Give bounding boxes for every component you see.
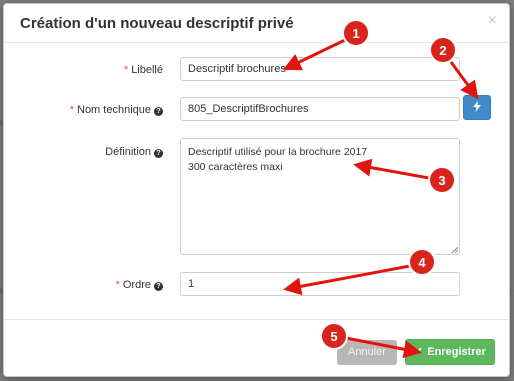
generate-name-button[interactable] <box>463 95 491 120</box>
nom-technique-label: * Nom technique? <box>70 104 163 116</box>
resize-grip-icon[interactable] <box>451 246 458 253</box>
question-circle-icon[interactable]: ? <box>154 107 163 116</box>
required-mark: * <box>69 104 74 116</box>
save-button-label: Enregistrer <box>427 346 486 358</box>
modal-header: Création d'un nouveau descriptif privé × <box>4 4 509 43</box>
definition-line: Descriptif utilisé pour la brochure 2017 <box>188 146 368 158</box>
ordre-label: * Ordre? <box>116 279 163 291</box>
check-icon: ✓ <box>414 346 424 358</box>
definition-label-text: Définition <box>105 146 151 158</box>
libelle-input[interactable]: Descriptif brochures <box>180 57 460 81</box>
ordre-label-text: Ordre <box>122 279 151 291</box>
definition-label: Définition? <box>105 146 163 158</box>
bolt-icon <box>473 101 481 112</box>
save-button[interactable]: ✓ Enregistrer <box>405 339 495 365</box>
ordre-input[interactable]: 1 <box>180 272 460 296</box>
libelle-label: * Libellé <box>124 64 163 76</box>
definition-line: 300 caractères maxi <box>188 161 283 173</box>
required-mark: * <box>123 64 129 76</box>
required-mark: * <box>115 279 120 291</box>
libelle-label-text: Libellé <box>131 64 163 76</box>
modal-title: Création d'un nouveau descriptif privé <box>20 15 294 32</box>
cancel-button[interactable]: Annuler <box>337 340 397 365</box>
nom-technique-label-text: Nom technique <box>77 104 151 116</box>
close-icon[interactable]: × <box>488 13 497 29</box>
definition-textarea[interactable]: Descriptif utilisé pour la brochure 2017… <box>180 138 460 255</box>
question-circle-icon[interactable]: ? <box>154 282 163 291</box>
question-circle-icon[interactable]: ? <box>154 149 163 158</box>
nom-technique-input[interactable]: 805_DescriptifBrochures <box>180 97 460 121</box>
